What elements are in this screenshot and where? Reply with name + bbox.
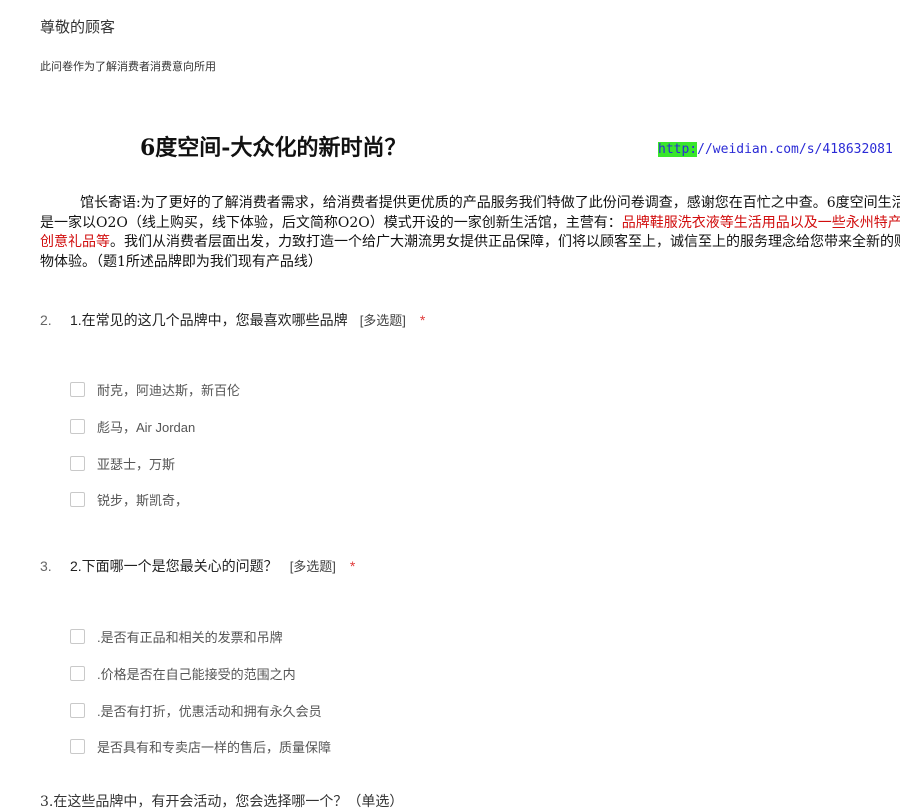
question-text: 2.下面哪一个是您最关心的问题？ xyxy=(70,558,278,574)
shop-url-link[interactable]: http://weidian.com/s/418632081 xyxy=(658,142,893,157)
required-marker: * xyxy=(419,312,426,328)
url-rest: //weidian.com/s/418632081 xyxy=(697,142,893,157)
option-label: .是否有打折，优惠活动和拥有永久会员 xyxy=(97,704,322,719)
checkbox[interactable] xyxy=(70,629,85,644)
checkbox[interactable] xyxy=(70,666,85,681)
option-checkbox-row[interactable]: 亚瑟士，万斯 xyxy=(70,454,175,474)
question-number: 2. xyxy=(40,312,52,328)
option-label: 锐步，斯凯奇， xyxy=(97,493,189,508)
required-marker: * xyxy=(349,558,356,574)
checkbox[interactable] xyxy=(70,419,85,434)
checkbox[interactable] xyxy=(70,739,85,754)
question-text: 1.在常见的这几个品牌中，您最喜欢哪些品牌 xyxy=(70,312,348,328)
option-label: 彪马，Air Jordan xyxy=(97,420,196,435)
intro-part-2: 。我们从消费者层面出发，力致打造一个给广大潮流男女提供正品保障，们将以顾客至上，… xyxy=(40,234,900,270)
question-1-header: 2. 1.在常见的这几个品牌中，您最喜欢哪些品牌 [多选题] * xyxy=(40,310,425,330)
intro-paragraph: 馆长寄语:为了更好的了解消费者需求，给消费者提供更优质的产品服务我们特做了此份问… xyxy=(40,194,900,272)
survey-purpose: 此问卷作为了解消费者消费意向所用 xyxy=(40,61,216,73)
checkbox[interactable] xyxy=(70,382,85,397)
url-highlight: http: xyxy=(658,142,698,157)
question-type-badge: [多选题] xyxy=(359,313,406,328)
option-checkbox-row[interactable]: .价格是否在自己能接受的范围之内 xyxy=(70,664,296,684)
option-label: 耐克，阿迪达斯，新百伦 xyxy=(97,383,241,398)
option-checkbox-row[interactable]: 是否具有和专卖店一样的售后，质量保障 xyxy=(70,737,331,757)
option-label: 是否具有和专卖店一样的售后，质量保障 xyxy=(97,740,332,755)
question-number: 3. xyxy=(40,558,52,574)
question-2-header: 3. 2.下面哪一个是您最关心的问题？ [多选题] * xyxy=(40,556,355,576)
option-label: .是否有正品和相关的发票和吊牌 xyxy=(97,630,283,645)
question-type-badge: [多选题] xyxy=(289,559,336,574)
question-3-partial: 3.在这些品牌中，有开会活动，您会选择哪一个？（单选） xyxy=(40,794,404,810)
option-label: .价格是否在自己能接受的范围之内 xyxy=(97,667,296,682)
option-checkbox-row[interactable]: .是否有打折，优惠活动和拥有永久会员 xyxy=(70,701,322,721)
option-label: 亚瑟士，万斯 xyxy=(97,457,176,472)
option-checkbox-row[interactable]: 彪马，Air Jordan xyxy=(70,417,195,437)
checkbox[interactable] xyxy=(70,492,85,507)
option-checkbox-row[interactable]: 锐步，斯凯奇， xyxy=(70,490,188,510)
greeting-text: 尊敬的顾客 xyxy=(40,19,116,36)
survey-title: 6度空间-大众化的新时尚？ xyxy=(140,135,407,161)
option-checkbox-row[interactable]: .是否有正品和相关的发票和吊牌 xyxy=(70,627,283,647)
checkbox[interactable] xyxy=(70,456,85,471)
option-checkbox-row[interactable]: 耐克，阿迪达斯，新百伦 xyxy=(70,380,240,400)
checkbox[interactable] xyxy=(70,703,85,718)
